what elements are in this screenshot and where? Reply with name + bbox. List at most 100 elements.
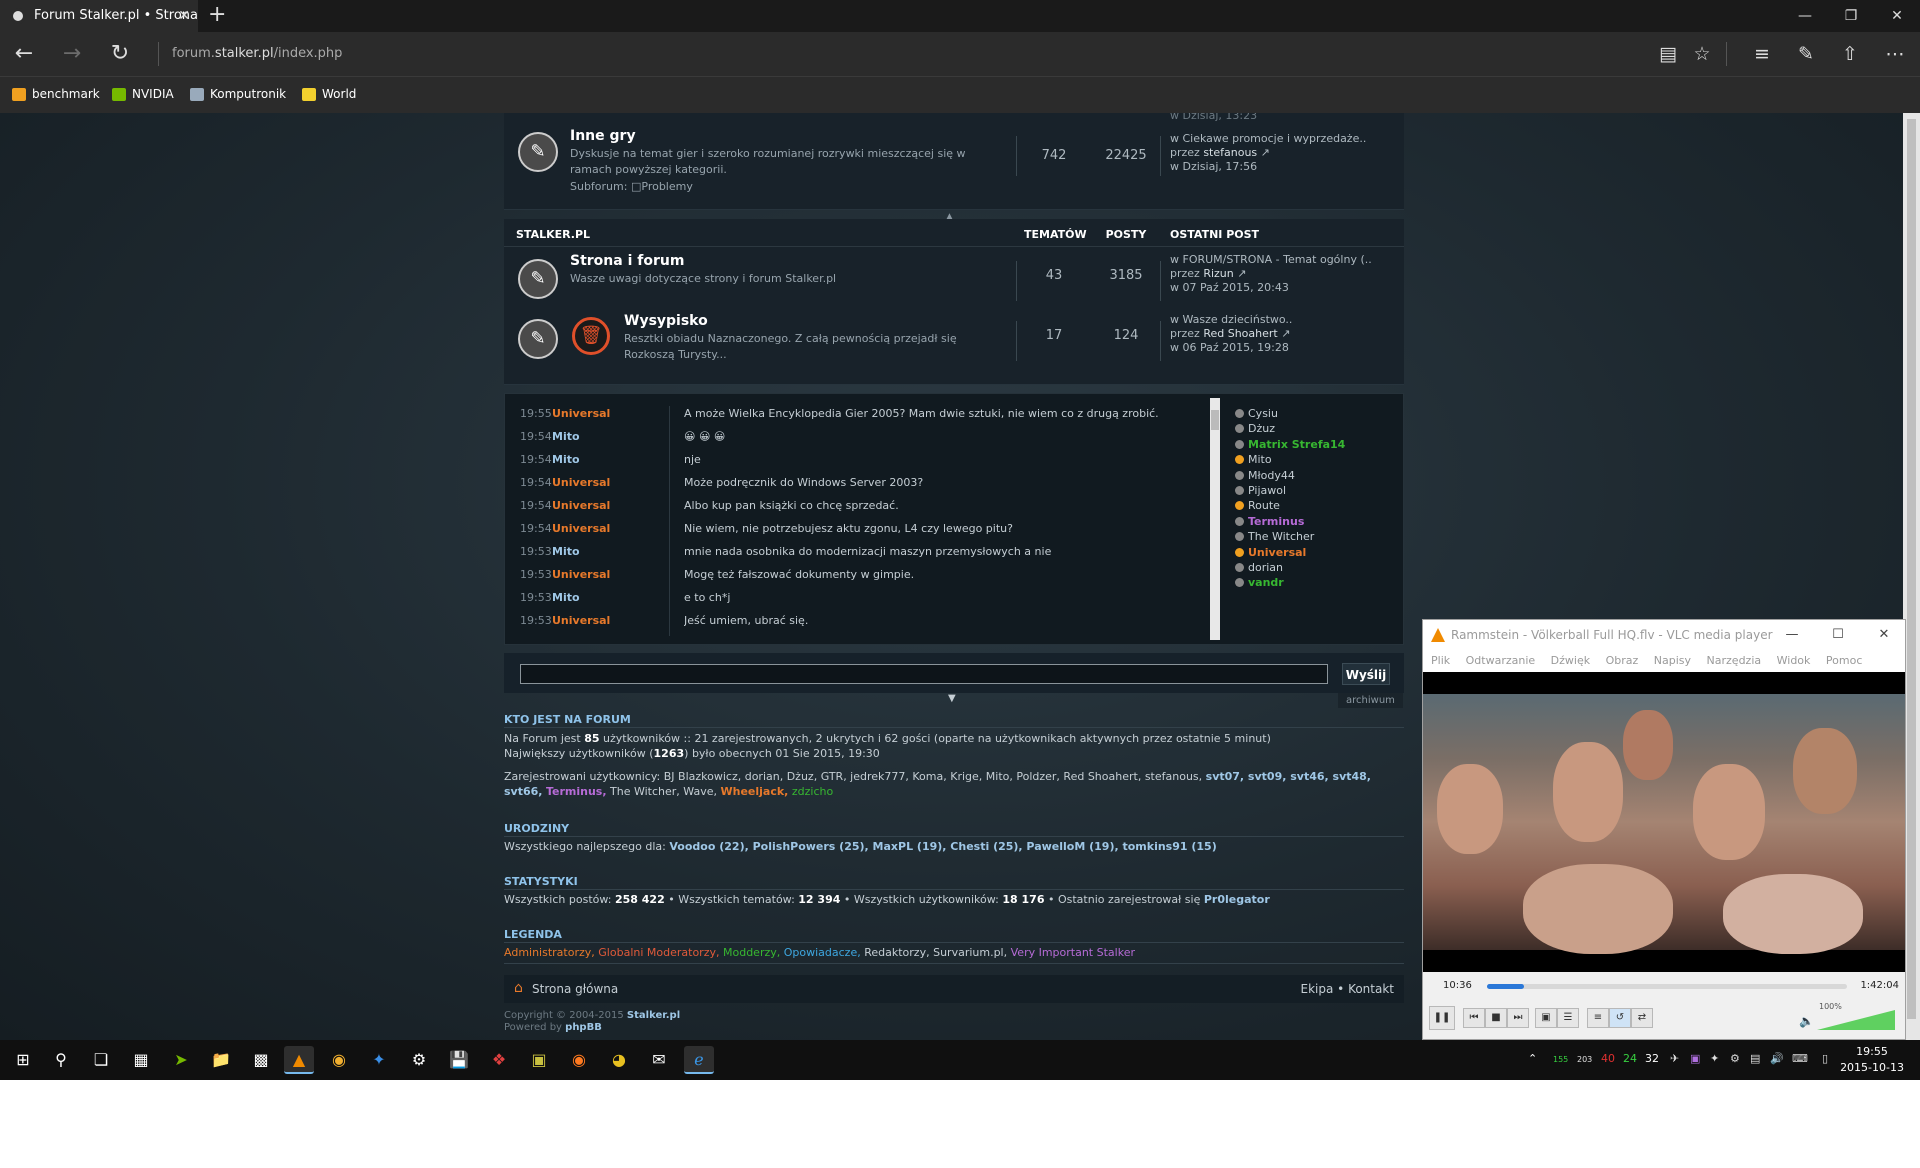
edge-icon[interactable]: ℯ	[684, 1046, 714, 1074]
registered-name-wheeljack[interactable]: Wheeljack,	[720, 785, 788, 798]
online-user[interactable]: Dżuz	[1235, 421, 1275, 436]
firefox-icon[interactable]: ◉	[564, 1046, 594, 1074]
shout-input[interactable]	[520, 664, 1328, 684]
steam-tray-icon[interactable]: ⚙	[1730, 1052, 1740, 1065]
minimize-icon[interactable]: —	[1782, 0, 1828, 32]
web-note-icon[interactable]: ✎	[1793, 42, 1819, 66]
chat-user[interactable]: Universal	[552, 406, 672, 422]
forward-icon[interactable]: →	[52, 32, 92, 76]
chat-user[interactable]: Universal	[552, 521, 672, 537]
refresh-icon[interactable]: ↻	[100, 32, 140, 76]
last-post-topic[interactable]: w Wasze dzieciństwo..	[1170, 313, 1292, 327]
url-field[interactable]: forum.stalker.pl/index.php	[172, 46, 342, 61]
online-user[interactable]: Mito	[1235, 452, 1272, 467]
favorite-star-icon[interactable]: ☆	[1689, 42, 1715, 66]
subforum-link-problemy[interactable]: Problemy	[641, 180, 692, 193]
bluetooth-icon[interactable]: ✦	[1710, 1052, 1719, 1065]
online-user[interactable]: Matrix Strefa14	[1235, 437, 1345, 452]
tab-forum-stalker[interactable]: Forum Stalker.pl • Strona ✕	[0, 0, 198, 32]
shuffle-icon[interactable]: ⇄	[1631, 1008, 1653, 1028]
online-user[interactable]: vandr	[1235, 575, 1284, 590]
maximize-icon[interactable]: ❐	[1828, 0, 1874, 32]
vlc-menu-file[interactable]: Plik	[1431, 654, 1450, 667]
vlc-menu-video[interactable]: Obraz	[1606, 654, 1639, 667]
steam-icon[interactable]: ⚙	[404, 1046, 434, 1074]
equalizer-icon[interactable]: ☰	[1557, 1008, 1579, 1028]
legend-editors[interactable]: Redaktorzy, Survarium.pl,	[864, 946, 1007, 959]
tray-expand-icon[interactable]: ⌃	[1528, 1052, 1537, 1065]
birthday-names[interactable]: Voodoo (22), PolishPowers (25), MaxPL (1…	[669, 840, 1216, 853]
volume-slider[interactable]: 🔈 100%	[1799, 1002, 1895, 1030]
vlc-close-icon[interactable]: ✕	[1861, 620, 1907, 650]
send-button[interactable]: Wyślij	[1342, 663, 1390, 685]
newest-user[interactable]: Pr0legator	[1204, 893, 1270, 906]
online-user[interactable]: Terminus	[1235, 514, 1304, 529]
keyboard-icon[interactable]: ⌨	[1792, 1052, 1808, 1065]
app-icon[interactable]: ▦	[126, 1046, 156, 1074]
chat-scrollbar[interactable]	[1210, 398, 1220, 640]
volume-icon[interactable]: 🔊	[1770, 1052, 1784, 1065]
pause-icon[interactable]: ❚❚	[1429, 1006, 1455, 1030]
chat-user[interactable]: Universal	[552, 475, 672, 491]
last-post-topic[interactable]: w Ciekawe promocje i wyprzedaże..	[1170, 132, 1366, 146]
registered-name-zdzicho[interactable]: zdzicho	[792, 785, 833, 798]
new-tab-button[interactable]: +	[208, 0, 226, 32]
nvidia-icon[interactable]: ➤	[166, 1046, 196, 1074]
last-post-topic[interactable]: w FORUM/STRONA - Temat ogólny (..	[1170, 253, 1372, 267]
forum-title[interactable]: Strona i forum	[570, 253, 684, 269]
malwarebytes-icon[interactable]: ✦	[364, 1046, 394, 1074]
reading-view-icon[interactable]: ▤	[1655, 42, 1681, 66]
vlc-minimize-icon[interactable]: —	[1769, 620, 1815, 650]
file-explorer-icon[interactable]: 📁	[206, 1046, 236, 1074]
previous-icon[interactable]: ⏮	[1463, 1008, 1485, 1028]
registered-names[interactable]: The Witcher, Wave,	[610, 785, 717, 798]
online-user[interactable]: Universal	[1235, 545, 1306, 560]
vlc-menu-help[interactable]: Pomoc	[1826, 654, 1862, 667]
online-user[interactable]: dorian	[1235, 560, 1283, 575]
windows-start-icon[interactable]: ⊞	[8, 1046, 38, 1074]
online-user[interactable]: Route	[1235, 498, 1280, 513]
home-icon[interactable]: ⌂	[514, 980, 523, 996]
forum-row-wysypisko[interactable]: ✎ 🗑 Wysypisko Resztki obiadu Naznaczoneg…	[504, 313, 1404, 371]
more-icon[interactable]: ⋯	[1882, 42, 1908, 66]
vlc-taskbar-icon[interactable]: ▲	[284, 1046, 314, 1074]
video-area[interactable]	[1423, 672, 1905, 972]
registered-names[interactable]: BJ Blazkowicz, dorian, Dżuz, GTR, jedrek…	[664, 770, 1202, 783]
close-window-icon[interactable]: ✕	[1874, 0, 1920, 32]
vlc-menu-playback[interactable]: Odtwarzanie	[1466, 654, 1536, 667]
online-user[interactable]: Pijawol	[1235, 483, 1286, 498]
last-post-user[interactable]: Red Shoahert	[1203, 327, 1277, 340]
legend-mods[interactable]: Modderzy,	[723, 946, 780, 959]
legend-vip[interactable]: Very Important Stalker	[1011, 946, 1135, 959]
mail-icon[interactable]: ✉	[644, 1046, 674, 1074]
last-post-user[interactable]: stefanous	[1203, 146, 1257, 159]
chat-user[interactable]: Mito	[552, 544, 672, 560]
vlc-maximize-icon[interactable]: ☐	[1815, 620, 1861, 650]
chat-user[interactable]: Universal	[552, 613, 672, 629]
fullscreen-icon[interactable]: ▣	[1535, 1008, 1557, 1028]
fav-world[interactable]: World	[302, 87, 356, 101]
vlc-menu-tools[interactable]: Narzędzia	[1707, 654, 1762, 667]
vlc-menu-subtitles[interactable]: Napisy	[1654, 654, 1691, 667]
chat-user[interactable]: Universal	[552, 498, 672, 514]
seek-track[interactable]	[1487, 984, 1847, 989]
chrome-icon[interactable]: ◕	[604, 1046, 634, 1074]
forum-title[interactable]: Wysypisko	[624, 313, 708, 329]
playlist-icon[interactable]: ≡	[1587, 1008, 1609, 1028]
app-icon[interactable]: ❖	[484, 1046, 514, 1074]
chat-user[interactable]: Mito	[552, 590, 672, 606]
section-name[interactable]: STALKER.PL	[516, 228, 590, 241]
media-app-icon[interactable]: ▩	[246, 1046, 276, 1074]
hub-icon[interactable]: ≡	[1749, 42, 1775, 66]
network-icon[interactable]: ▤	[1750, 1052, 1760, 1065]
action-center-icon[interactable]: ▯	[1822, 1052, 1828, 1065]
search-icon[interactable]: ⚲	[46, 1046, 76, 1074]
registered-name-terminus[interactable]: Terminus,	[546, 785, 607, 798]
speaker-icon[interactable]: 🔈	[1799, 1014, 1814, 1028]
copyright-site-link[interactable]: Stalker.pl	[627, 1010, 680, 1021]
app-icon[interactable]: ◉	[324, 1046, 354, 1074]
online-user[interactable]: Cysiu	[1235, 406, 1278, 421]
save-app-icon[interactable]: 💾	[444, 1046, 474, 1074]
game-icon[interactable]: ▣	[524, 1046, 554, 1074]
network-app-icon[interactable]: ✈	[1670, 1052, 1679, 1065]
